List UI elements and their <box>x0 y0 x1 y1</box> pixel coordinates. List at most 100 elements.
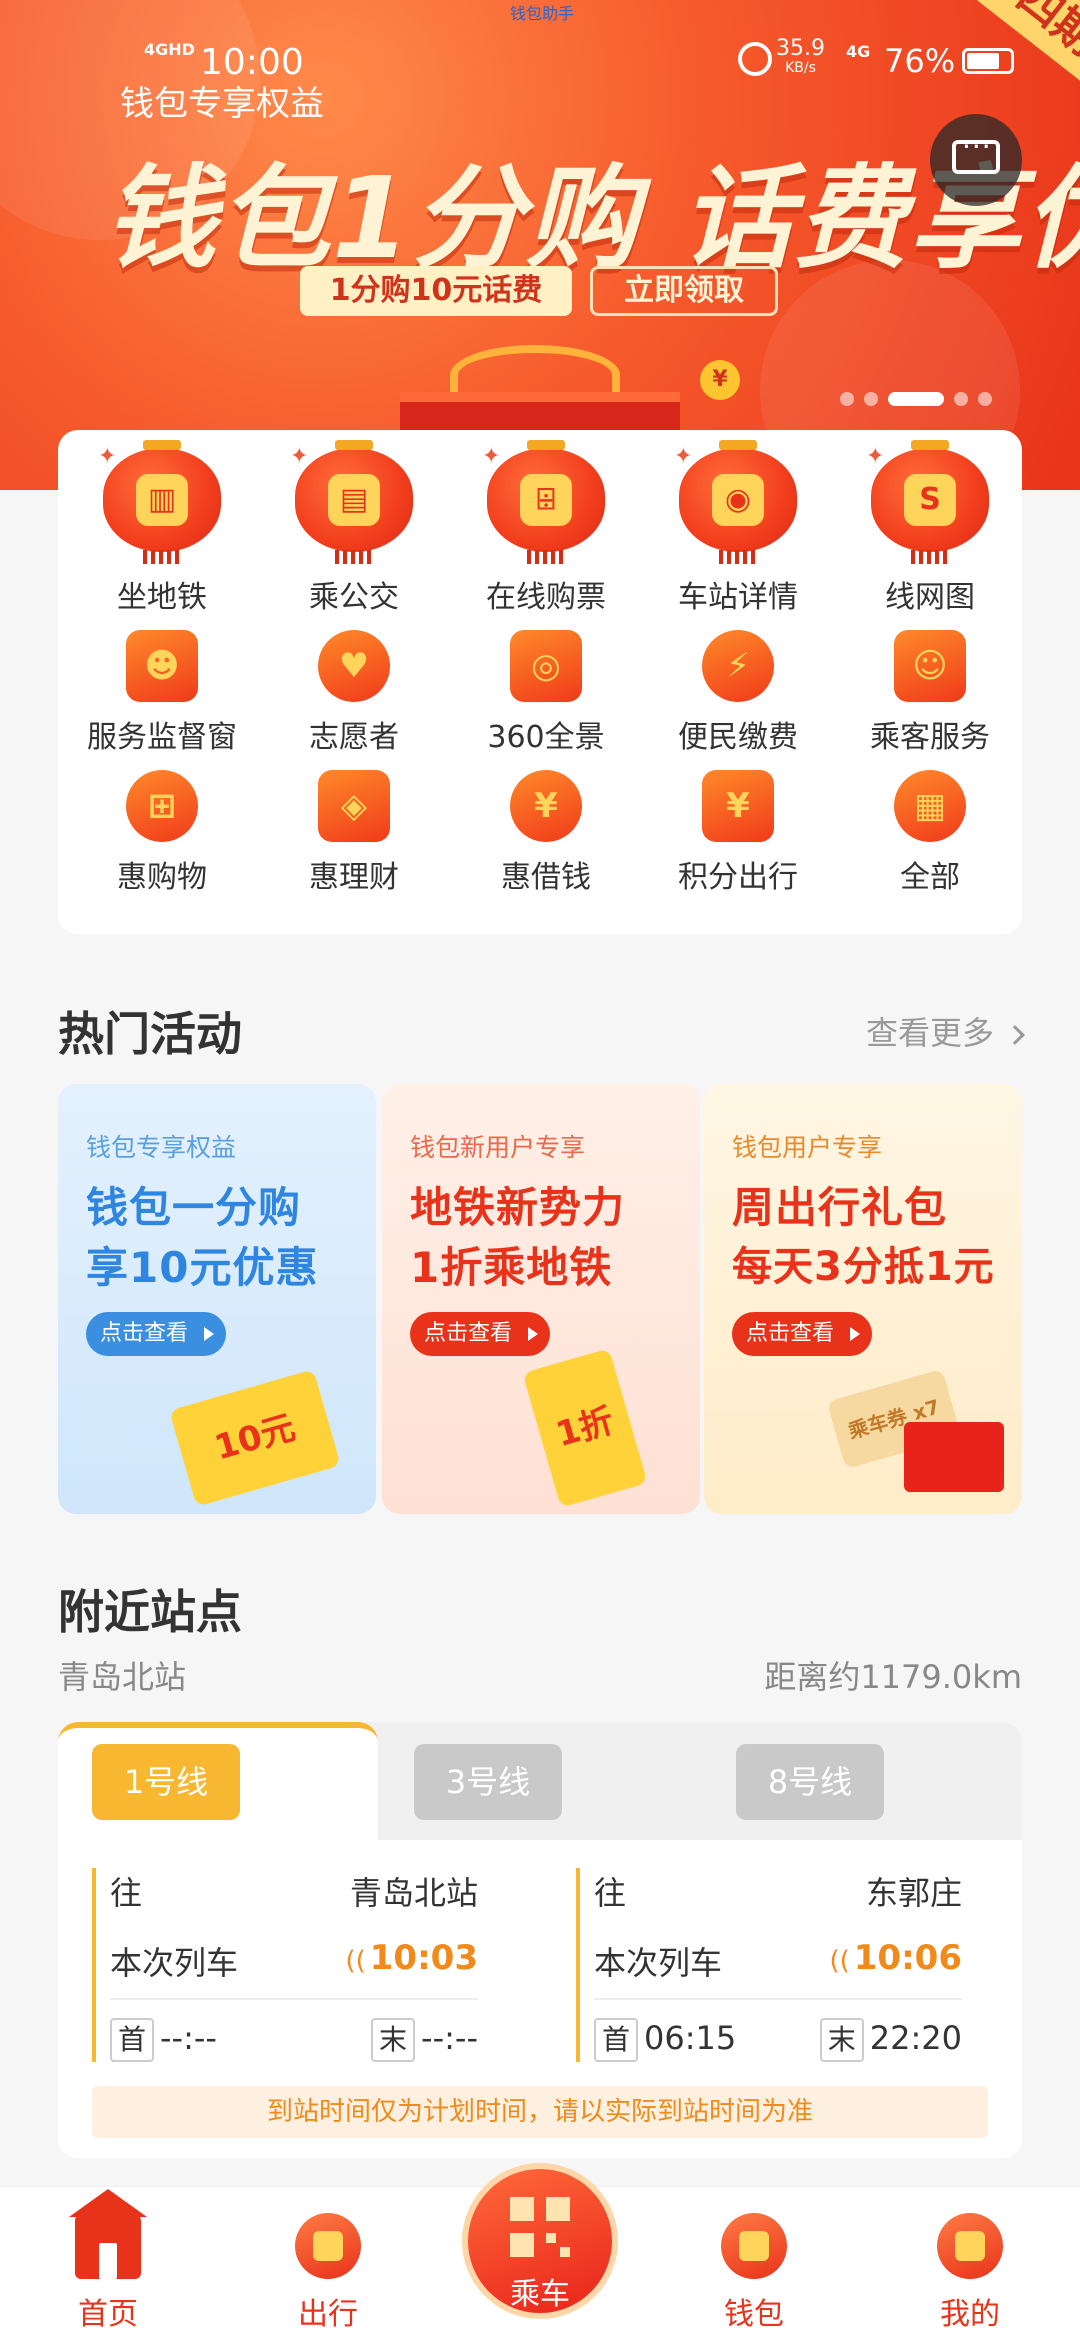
last-train-time: --:-- <box>421 2019 478 2057</box>
service-item[interactable]: ¥ 惠借钱 <box>450 770 642 896</box>
towards-label: 往 <box>110 1874 143 1912</box>
direction-panel: 往 东郭庄 本次列车 ((10:06 首 06:15 末 22:20 <box>576 1868 962 2062</box>
bill-payment-icon: ⚡ <box>702 630 774 702</box>
red-gift-box-icon <box>904 1422 1004 1492</box>
schedule-notice: 到站时间仅为计划时间，请以实际到站时间为准 <box>92 2086 988 2138</box>
activity-card-2[interactable]: 钱包新用户专享 地铁新势力 1折乘地铁 点击查看 1折 <box>382 1084 700 1514</box>
service-label: 积分出行 <box>678 860 798 895</box>
service-item[interactable]: ☺ 乘客服务 <box>834 630 1026 756</box>
station-card: 1号线 3号线 8号线 往 青岛北站 本次列车 ((10:03 首 --:-- 末… <box>58 1722 1022 2158</box>
alarm-icon <box>738 42 772 76</box>
nav-label: 钱包 <box>724 2297 784 2332</box>
service-label: 便民缴费 <box>678 720 798 755</box>
activity-card-1[interactable]: 钱包专享权益 钱包一分购 享10元优惠 点击查看 10元 <box>58 1084 376 1514</box>
service-label: 坐地铁 <box>117 580 207 615</box>
loan-icon: ¥ <box>510 770 582 842</box>
carousel-dot[interactable] <box>864 392 878 406</box>
service-item[interactable]: ✦ ▥ 坐地铁 <box>66 440 258 615</box>
nav-travel[interactable]: 出行 <box>258 2213 398 2333</box>
activity-view-button[interactable]: 点击查看 <box>732 1312 873 1356</box>
nearby-distance: 距离约1179.0km <box>764 1658 1022 1696</box>
travel-icon <box>295 2213 361 2279</box>
towards-label: 往 <box>594 1874 627 1912</box>
service-item[interactable]: ✦ ⌹ 在线购票 <box>450 440 642 615</box>
see-more-label: 查看更多 <box>865 1014 994 1052</box>
service-label: 全部 <box>900 860 960 895</box>
nav-ride[interactable]: 乘车 <box>462 2163 618 2319</box>
coupon-ticket-icon: 10元 <box>169 1369 341 1507</box>
service-item[interactable]: ✦ ◉ 车站详情 <box>642 440 834 615</box>
promo-banner[interactable]: 钱包助手 4GHD 10:00 35.9 KB/s 4G 76% 钱包专享权益 … <box>0 0 1080 490</box>
direction-row: 往 东郭庄 <box>594 1868 962 1914</box>
last-train: 末 22:20 <box>819 2018 962 2062</box>
train-label: 本次列车 <box>594 1944 723 1982</box>
discount-ticket-icon: 1折 <box>522 1348 648 1508</box>
subway-icon: ▥ <box>103 440 221 564</box>
ticket-icon: ⌹ <box>487 440 605 564</box>
service-item[interactable]: ⚡ 便民缴费 <box>642 630 834 756</box>
nav-wallet[interactable]: 钱包 <box>684 2213 824 2333</box>
see-more-link[interactable]: 查看更多 <box>865 1008 1025 1054</box>
service-label: 服务监督窗 <box>87 720 237 755</box>
service-grid: ✦ ▥ 坐地铁 ✦ ▤ 乘公交 ✦ ⌹ 在线购票 ✦ ◉ 车站详情 ✦ S 线网图 ☻ 服务监督窗 ♥ 志愿者 ◎ 36… <box>58 430 1022 934</box>
towards-station: 东郭庄 <box>865 1874 962 1912</box>
service-item[interactable]: ▦ 全部 <box>834 770 1026 896</box>
activity-view-button[interactable]: 点击查看 <box>410 1312 551 1356</box>
service-item[interactable]: ¥ 积分出行 <box>642 770 834 896</box>
coin-icon: ¥ <box>700 360 740 400</box>
service-label: 惠购物 <box>117 860 207 895</box>
activity-line2: 每天3分抵1元 <box>732 1244 995 1290</box>
carousel-dot[interactable] <box>978 392 992 406</box>
schedule-row: 首 --:-- 末 --:-- <box>110 2018 478 2062</box>
nav-mine[interactable]: 我的 <box>900 2213 1040 2333</box>
service-item[interactable]: ◈ 惠理财 <box>258 770 450 896</box>
nav-home[interactable]: 首页 <box>38 2189 178 2333</box>
activity-line1: 钱包一分购 <box>86 1183 302 1232</box>
battery-icon <box>962 48 1014 74</box>
last-train-label: 末 <box>819 2018 864 2062</box>
location-pin-icon: ◉ <box>679 440 797 564</box>
tab-line-1[interactable]: 1号线 <box>92 1744 240 1820</box>
carousel-dot[interactable] <box>840 392 854 406</box>
train-row: 本次列车 ((10:06 <box>594 1938 962 1984</box>
banner-offer-pill: 1分购10元话费 <box>300 266 572 316</box>
service-item[interactable]: ◎ 360全景 <box>450 630 642 756</box>
activity-line2: 1折乘地铁 <box>410 1243 613 1292</box>
service-item[interactable]: ✦ S 线网图 <box>834 440 1026 615</box>
service-item[interactable]: ✦ ▤ 乘公交 <box>258 440 450 615</box>
chat-button[interactable] <box>930 114 1022 206</box>
banner-top-link[interactable]: 钱包助手 <box>510 0 574 24</box>
carousel-dot[interactable] <box>888 392 944 406</box>
network-speed: 35.9 KB/s <box>776 36 825 77</box>
activity-card-3[interactable]: 钱包用户专享 周出行礼包 每天3分抵1元 点击查看 乘车券 x7 <box>704 1084 1022 1514</box>
sparkle-icon: ✦ <box>674 444 693 469</box>
train-time: ((10:03 <box>345 1938 478 1978</box>
carousel-dot[interactable] <box>954 392 968 406</box>
profile-icon <box>937 2213 1003 2279</box>
hot-activities-title: 热门活动 <box>58 1007 242 1061</box>
nav-label: 我的 <box>940 2297 1000 2332</box>
service-item[interactable]: ☻ 服务监督窗 <box>66 630 258 756</box>
battery-percent: 76% <box>884 42 956 80</box>
banner-claim-button[interactable]: 立即领取 <box>590 266 778 316</box>
all-services-icon: ▦ <box>894 770 966 842</box>
supervisor-icon: ☻ <box>126 630 198 702</box>
nearby-station-name[interactable]: 青岛北站 <box>58 1652 186 1698</box>
towards-station: 青岛北站 <box>349 1874 478 1912</box>
sparkle-icon: ✦ <box>482 444 501 469</box>
line-tabs: 1号线 3号线 8号线 <box>58 1722 1022 1840</box>
service-label: 乘客服务 <box>870 720 990 755</box>
service-label: 乘公交 <box>309 580 399 615</box>
passenger-service-icon: ☺ <box>894 630 966 702</box>
nav-label: 乘车 <box>510 2277 570 2312</box>
network-indicator: 4GHD <box>144 40 195 59</box>
money-bag-icon: ◈ <box>318 770 390 842</box>
qr-code-icon <box>510 2197 570 2257</box>
tab-line-3[interactable]: 3号线 <box>414 1744 562 1820</box>
tab-line-8[interactable]: 8号线 <box>736 1744 884 1820</box>
first-train-time: 06:15 <box>644 2019 737 2057</box>
service-item[interactable]: ⊞ 惠购物 <box>66 770 258 896</box>
activity-view-button[interactable]: 点击查看 <box>86 1312 227 1356</box>
nav-label: 出行 <box>298 2297 358 2332</box>
service-item[interactable]: ♥ 志愿者 <box>258 630 450 756</box>
